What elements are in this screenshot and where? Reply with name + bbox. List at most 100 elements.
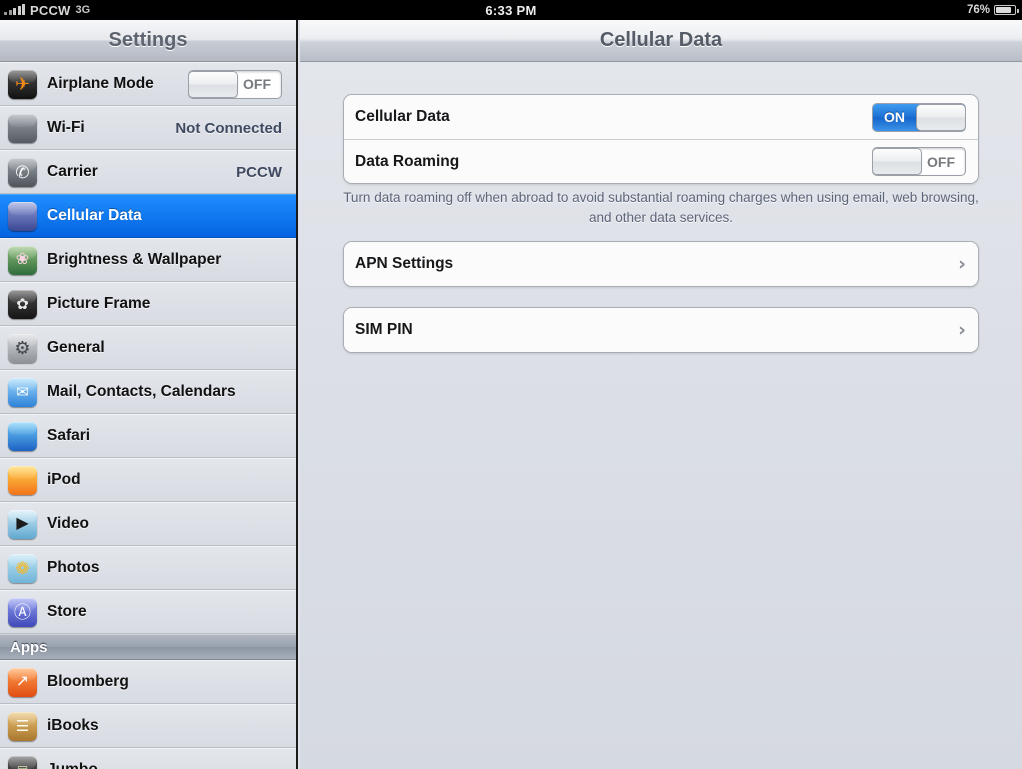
icon-glyph: ✆: [15, 162, 30, 182]
sidebar-item-store[interactable]: Ⓐ Store: [0, 590, 296, 634]
main-header: Cellular Data: [300, 20, 1022, 62]
sidebar-item-label: Carrier: [47, 163, 98, 180]
sidebar-item-label: Airplane Mode: [47, 75, 154, 92]
icon-glyph: [8, 114, 37, 143]
status-battery-percent: 76%: [966, 4, 990, 16]
sidebar-title: Settings: [108, 29, 188, 51]
sidebar-item-label: Jumbo: [47, 761, 282, 769]
clapperboard-icon: ▶: [8, 509, 37, 539]
status-bar: PCCW 3G 6:33 PM 76%: [0, 0, 1022, 20]
sidebar-item-video[interactable]: ▶ Video: [0, 502, 296, 546]
icon-glyph: ✿: [16, 295, 29, 313]
sidebar-item-label: General: [47, 339, 105, 356]
phone-icon: ✆: [8, 157, 37, 187]
sidebar-group-header-label: Apps: [10, 638, 48, 656]
switch-knob[interactable]: [189, 70, 238, 98]
sidebar-item-jumbo[interactable]: ▤ Jumbo: [0, 748, 296, 769]
cellular-toggles-panel: Cellular Data ON Data Roaming OFF: [343, 94, 979, 184]
row-data-roaming[interactable]: Data Roaming OFF: [344, 139, 978, 183]
page-title: Cellular Data: [599, 29, 723, 51]
icon-glyph: ☰: [15, 717, 30, 735]
icon-glyph: [8, 202, 37, 231]
settings-sidebar: Settings ✈ Airplane Mode OFF Wi-Fi Not Conne…: [0, 20, 298, 769]
row-cellular-data[interactable]: Cellular Data ON: [344, 95, 978, 139]
sidebar-item-cellular-data[interactable]: Cellular Data: [0, 194, 296, 238]
sidebar-item-brightness-wallpaper[interactable]: ❀ Brightness & Wallpaper: [0, 238, 296, 282]
flower-wallpaper-icon: ❀: [8, 245, 37, 275]
sidebar-item-value: PCCW: [236, 163, 282, 181]
picture-frame-icon: ✿: [8, 289, 37, 319]
row-label-sim-pin: SIM PIN: [355, 321, 413, 338]
sidebar-item-value: Not Connected: [175, 119, 282, 137]
ipod-icon: [8, 465, 37, 495]
sidebar-item-ibooks[interactable]: ☰ iBooks: [0, 704, 296, 748]
jumbo-calculator-icon: ▤: [8, 755, 37, 769]
icon-glyph: ❁: [15, 558, 30, 578]
row-sim-pin[interactable]: SIM PIN ›: [344, 308, 978, 352]
data-roaming-switch[interactable]: OFF: [872, 147, 966, 176]
switch-knob[interactable]: [873, 148, 922, 175]
sidebar-item-label: Picture Frame: [47, 295, 151, 312]
switch-label-off: OFF: [243, 76, 271, 92]
sidebar-item-bloomberg[interactable]: ↗ Bloomberg: [0, 660, 296, 704]
sidebar-item-photos[interactable]: ❁ Photos: [0, 546, 296, 590]
row-apn-settings[interactable]: APN Settings ›: [344, 242, 978, 286]
sidebar-header: Settings: [0, 20, 296, 62]
switch-label-off: OFF: [927, 153, 955, 170]
sidebar-item-carrier[interactable]: ✆ Carrier PCCW: [0, 150, 296, 194]
sidebar-item-airplane-mode[interactable]: ✈ Airplane Mode OFF: [0, 62, 296, 106]
icon-glyph: Ⓐ: [14, 602, 31, 622]
sidebar-item-label: Photos: [47, 559, 100, 576]
gear-icon: ⚙: [8, 333, 37, 363]
switch-knob[interactable]: [916, 103, 965, 131]
icon-glyph: ✈: [14, 74, 31, 94]
sidebar-item-label: Mail, Contacts, Calendars: [47, 383, 236, 400]
sidebar-item-picture-frame[interactable]: ✿ Picture Frame: [0, 282, 296, 326]
icon-glyph: ↗: [15, 673, 30, 690]
sidebar-item-label: Wi-Fi: [47, 119, 85, 136]
sidebar-item-wi-fi[interactable]: Wi-Fi Not Connected: [0, 106, 296, 150]
icon-glyph: ✉: [16, 383, 29, 401]
icon-glyph: ❀: [15, 251, 30, 268]
sidebar-item-mail-contacts-calendars[interactable]: ✉ Mail, Contacts, Calendars: [0, 370, 296, 414]
main-content: Cellular Data Cellular Data ON Data Roam…: [300, 20, 1022, 769]
sidebar-item-safari[interactable]: Safari: [0, 414, 296, 458]
sidebar-item-ipod[interactable]: iPod: [0, 458, 296, 502]
sidebar-item-label: iPod: [47, 471, 81, 488]
sidebar-group-header-apps: Apps: [0, 634, 296, 660]
sidebar-item-label: Safari: [47, 427, 91, 444]
icon-glyph: ⚙: [14, 338, 31, 358]
airplane-mode-switch[interactable]: OFF: [188, 69, 282, 99]
battery-icon: [994, 5, 1019, 15]
airplane-icon: ✈: [8, 69, 37, 99]
icon-glyph: [8, 422, 37, 451]
apn-settings-panel: APN Settings ›: [343, 241, 979, 287]
cellular-antenna-icon: [8, 201, 37, 231]
bloomberg-chart-icon: ↗: [8, 667, 37, 697]
compass-icon: [8, 421, 37, 451]
status-right: 76%: [966, 0, 1019, 20]
sidebar-item-label: Brightness & Wallpaper: [47, 251, 222, 268]
icon-glyph: [8, 466, 37, 495]
row-label-cellular-data: Cellular Data: [355, 108, 450, 125]
row-label-apn-settings: APN Settings: [355, 255, 454, 272]
sunflower-icon: ❁: [8, 553, 37, 583]
data-roaming-footnote: Turn data roaming off when abroad to avo…: [343, 190, 979, 225]
chevron-right-icon: ›: [958, 318, 966, 341]
sidebar-item-label: Video: [47, 515, 89, 532]
sidebar-item-label: Store: [47, 603, 87, 620]
sidebar-item-label: Bloomberg: [47, 673, 129, 690]
switch-label-on: ON: [884, 109, 905, 125]
cellular-data-switch[interactable]: ON: [872, 102, 966, 132]
status-center: 6:33 PM: [0, 0, 1022, 20]
sidebar-item-general[interactable]: ⚙ General: [0, 326, 296, 370]
wifi-icon: [8, 113, 37, 143]
status-clock: 6:33 PM: [485, 2, 537, 18]
icon-glyph: ▤: [8, 756, 37, 769]
open-book-icon: ☰: [8, 711, 37, 741]
row-label-data-roaming: Data Roaming: [355, 152, 460, 170]
sidebar-item-label: iBooks: [47, 717, 99, 734]
envelope-icon: ✉: [8, 377, 37, 407]
app-store-icon: Ⓐ: [8, 597, 37, 627]
sim-pin-panel: SIM PIN ›: [343, 307, 979, 353]
